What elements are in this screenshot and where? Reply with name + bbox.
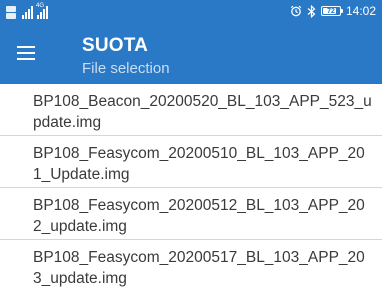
file-list-item[interactable]: BP108_Feasycom_20200512_BL_103_APP_202_u…	[0, 188, 382, 240]
status-left-icons: 4G	[6, 3, 48, 19]
sim-icon	[6, 6, 16, 19]
status-time: 14:02	[345, 4, 376, 18]
file-name: BP108_Beacon_20200520_BL_103_APP_523_upd…	[33, 93, 372, 131]
file-list-item[interactable]: BP108_Beacon_20200520_BL_103_APP_523_upd…	[0, 84, 382, 136]
bluetooth-icon	[307, 4, 316, 18]
file-name: BP108_Feasycom_20200517_BL_103_APP_203_u…	[33, 249, 365, 287]
signal-4g-icon: 4G	[36, 3, 48, 19]
hamburger-menu-icon[interactable]	[14, 40, 40, 66]
file-name: BP108_Feasycom_20200512_BL_103_APP_202_u…	[33, 197, 365, 235]
file-name: BP108_Feasycom_20200510_BL_103_APP_201_U…	[33, 145, 365, 183]
battery-level: 72	[327, 7, 335, 15]
status-right-icons: 72 14:02	[290, 2, 376, 20]
toolbar-title-block: SUOTA File selection	[82, 35, 170, 80]
app-title: SUOTA	[82, 35, 149, 56]
app-toolbar: SUOTA File selection	[0, 22, 382, 84]
file-list-item[interactable]: BP108_Feasycom_20200510_BL_103_APP_201_U…	[0, 136, 382, 188]
battery-icon: 72	[320, 6, 343, 16]
file-list-item[interactable]: BP108_Feasycom_20200517_BL_103_APP_203_u…	[0, 240, 382, 292]
alarm-icon	[290, 5, 302, 17]
signal-icon	[22, 5, 33, 19]
status-bar: 4G 72 14:02	[0, 0, 382, 22]
file-list: BP108_Beacon_20200520_BL_103_APP_523_upd…	[0, 84, 382, 292]
app-subtitle: File selection	[82, 60, 170, 77]
